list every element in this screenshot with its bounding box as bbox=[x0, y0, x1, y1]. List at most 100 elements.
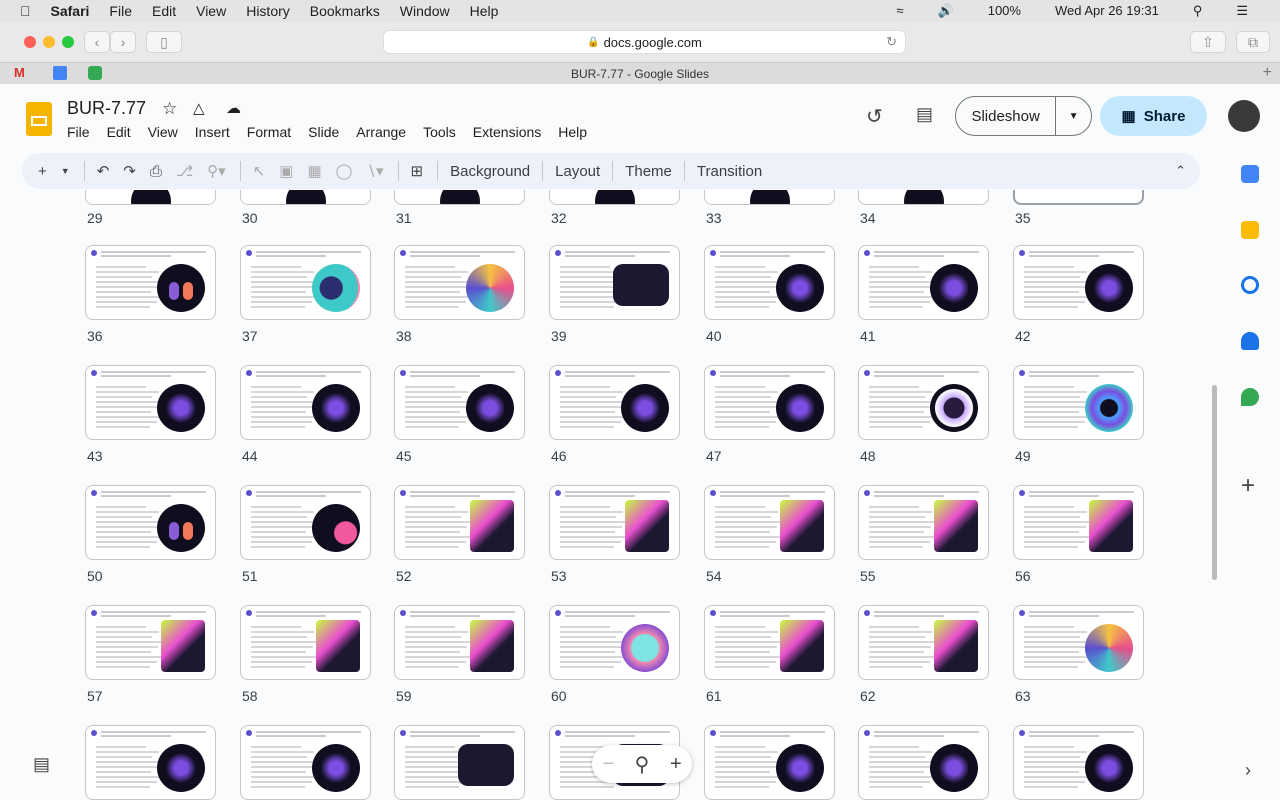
clock[interactable]: Wed Apr 26 19:31 bbox=[1055, 3, 1159, 19]
slide-thumbnail[interactable] bbox=[240, 190, 371, 205]
paint-format-icon[interactable]: ⎇ bbox=[176, 162, 193, 180]
print-icon[interactable]: ⎙ bbox=[150, 163, 162, 180]
slide-thumbnail[interactable] bbox=[704, 245, 835, 320]
shape-icon[interactable]: ◯ bbox=[336, 162, 353, 180]
slide-thumbnail[interactable] bbox=[85, 485, 216, 560]
layout-button[interactable]: Layout bbox=[555, 163, 600, 180]
slide-thumbnail[interactable] bbox=[394, 365, 525, 440]
zoom-in-button[interactable]: + bbox=[670, 753, 682, 776]
redo-icon[interactable]: ↷ bbox=[123, 162, 136, 180]
scrollbar[interactable] bbox=[1212, 385, 1217, 580]
menu-slide[interactable]: Slide bbox=[308, 124, 339, 140]
slide-thumbnail[interactable] bbox=[85, 365, 216, 440]
new-slide-dropdown-icon[interactable]: ▼ bbox=[61, 166, 70, 176]
slide-thumbnail[interactable] bbox=[240, 365, 371, 440]
slide-thumbnail[interactable] bbox=[549, 365, 680, 440]
slide-thumbnail[interactable] bbox=[240, 605, 371, 680]
tasks-icon[interactable] bbox=[1241, 276, 1259, 294]
new-tab-button[interactable]: + bbox=[1263, 64, 1272, 82]
menu-window[interactable]: Window bbox=[400, 3, 450, 19]
contacts-icon[interactable] bbox=[1241, 332, 1259, 350]
slide-thumbnail[interactable] bbox=[704, 365, 835, 440]
slide-thumbnail[interactable] bbox=[549, 245, 680, 320]
filmstrip-toggle-icon[interactable]: ▤ bbox=[33, 754, 50, 775]
slide-thumbnail[interactable] bbox=[858, 245, 989, 320]
slide-thumbnail[interactable] bbox=[1013, 365, 1144, 440]
avatar[interactable] bbox=[1228, 100, 1260, 132]
slide-thumbnail[interactable] bbox=[240, 245, 371, 320]
slide-thumbnail[interactable] bbox=[704, 485, 835, 560]
menu-file[interactable]: File bbox=[109, 3, 132, 19]
slide-thumbnail[interactable] bbox=[1013, 485, 1144, 560]
menu-view[interactable]: View bbox=[148, 124, 178, 140]
menu-file[interactable]: File bbox=[67, 124, 90, 140]
slide-thumbnail[interactable] bbox=[858, 605, 989, 680]
sidebar-toggle-icon[interactable]: ▯ bbox=[146, 31, 182, 53]
line-icon[interactable]: ∖▾ bbox=[366, 162, 383, 180]
doc-title[interactable]: BUR-7.77 bbox=[67, 98, 146, 119]
zoom-icon[interactable]: ⚲▾ bbox=[207, 162, 226, 180]
slide-thumbnail[interactable] bbox=[704, 190, 835, 205]
tabs-overview-icon[interactable]: ⧉ bbox=[1236, 31, 1270, 53]
active-tab-title[interactable]: BUR-7.77 - Google Slides bbox=[0, 67, 1280, 81]
apple-icon[interactable]:  bbox=[20, 3, 31, 19]
slide-thumbnail[interactable] bbox=[1013, 245, 1144, 320]
background-button[interactable]: Background bbox=[450, 163, 530, 180]
get-addons-icon[interactable]: + bbox=[1241, 472, 1255, 500]
undo-icon[interactable]: ↶ bbox=[97, 162, 110, 180]
battery-text[interactable]: 100% bbox=[988, 3, 1021, 19]
show-side-panel-icon[interactable]: › bbox=[1245, 760, 1251, 781]
menu-view[interactable]: View bbox=[196, 3, 226, 19]
address-bar[interactable]: 🔒 docs.google.com ↻ bbox=[383, 30, 906, 54]
slide-thumbnail[interactable] bbox=[858, 485, 989, 560]
menu-format[interactable]: Format bbox=[247, 124, 291, 140]
volume-icon[interactable]: 🔊 bbox=[938, 3, 954, 19]
zoom-window-button[interactable] bbox=[62, 36, 74, 48]
text-box-icon[interactable]: ▣ bbox=[279, 162, 293, 180]
spotlight-icon[interactable]: ⚲ bbox=[1193, 3, 1203, 19]
slideshow-dropdown-icon[interactable]: ▼ bbox=[1055, 96, 1091, 136]
slide-thumbnail[interactable] bbox=[704, 605, 835, 680]
slide-thumbnail[interactable] bbox=[240, 485, 371, 560]
slides-logo-icon[interactable] bbox=[26, 102, 52, 136]
zoom-out-button[interactable]: − bbox=[602, 753, 614, 776]
control-center-icon[interactable]: ☰ bbox=[1236, 3, 1248, 19]
close-window-button[interactable] bbox=[24, 36, 36, 48]
menu-bookmarks[interactable]: Bookmarks bbox=[310, 3, 380, 19]
minimize-window-button[interactable] bbox=[43, 36, 55, 48]
menu-app[interactable]: Safari bbox=[51, 3, 90, 19]
cloud-saved-icon[interactable]: ☁ bbox=[226, 99, 241, 117]
slide-thumbnail[interactable] bbox=[549, 190, 680, 205]
slide-thumbnail[interactable] bbox=[1013, 725, 1144, 800]
collapse-toolbar-icon[interactable]: ⌃ bbox=[1175, 163, 1186, 179]
forward-button[interactable]: › bbox=[110, 31, 136, 53]
menu-edit[interactable]: Edit bbox=[152, 3, 176, 19]
menu-extensions[interactable]: Extensions bbox=[473, 124, 541, 140]
calendar-icon[interactable] bbox=[1241, 165, 1259, 183]
slide-thumbnail[interactable] bbox=[394, 485, 525, 560]
back-button[interactable]: ‹ bbox=[84, 31, 110, 53]
new-slide-icon[interactable]: + bbox=[38, 163, 47, 180]
share-page-icon[interactable]: ⇧ bbox=[1190, 31, 1226, 53]
wifi-icon[interactable]: ≈ bbox=[896, 3, 903, 19]
menu-help[interactable]: Help bbox=[470, 3, 499, 19]
theme-button[interactable]: Theme bbox=[625, 163, 672, 180]
slide-thumbnail[interactable] bbox=[1013, 605, 1144, 680]
keep-icon[interactable] bbox=[1241, 221, 1259, 239]
slide-thumbnail[interactable] bbox=[240, 725, 371, 800]
slide-thumbnail[interactable] bbox=[1013, 190, 1144, 205]
slide-thumbnail[interactable] bbox=[85, 605, 216, 680]
slide-thumbnail[interactable] bbox=[858, 190, 989, 205]
image-icon[interactable]: ▦ bbox=[307, 162, 321, 180]
menu-insert[interactable]: Insert bbox=[195, 124, 230, 140]
star-icon[interactable]: ☆ bbox=[162, 99, 177, 119]
slide-thumbnail[interactable] bbox=[394, 725, 525, 800]
version-history-icon[interactable]: ↺ bbox=[866, 104, 883, 129]
slideshow-button[interactable]: Slideshow ▼ bbox=[955, 96, 1092, 136]
menu-history[interactable]: History bbox=[246, 3, 290, 19]
slide-thumbnail[interactable] bbox=[394, 605, 525, 680]
add-comment-icon[interactable]: ⊞ bbox=[411, 162, 424, 180]
slide-thumbnail[interactable] bbox=[549, 605, 680, 680]
slide-thumbnail[interactable] bbox=[549, 485, 680, 560]
slide-thumbnail[interactable] bbox=[394, 190, 525, 205]
